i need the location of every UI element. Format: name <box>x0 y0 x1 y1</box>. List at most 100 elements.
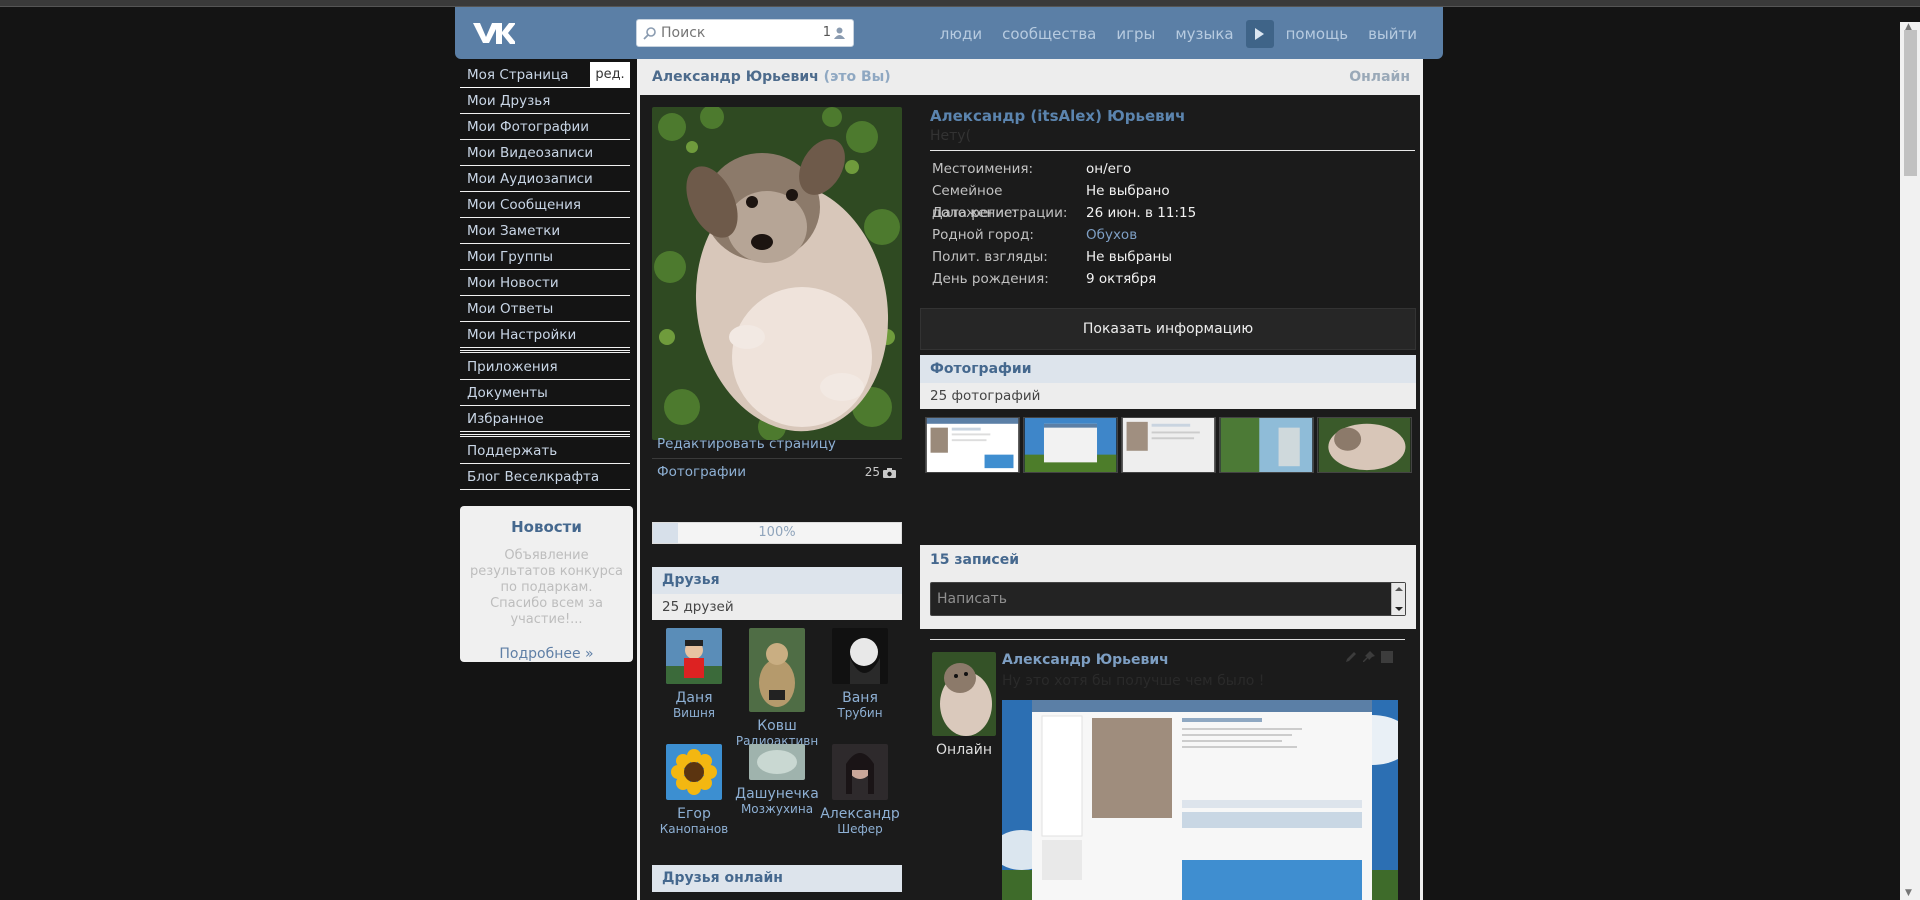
info-key: День рождения: <box>932 271 1049 287</box>
nav-logout[interactable]: выйти <box>1358 22 1427 46</box>
menu-apps[interactable]: Приложения <box>460 354 630 380</box>
photos-link[interactable]: Фотографии 25 <box>652 458 902 485</box>
nav-help[interactable]: помощь <box>1276 22 1358 46</box>
friend-last-name: Трубин <box>837 706 883 720</box>
post-image[interactable] <box>1002 700 1398 900</box>
menu-my-groups[interactable]: Мои Группы <box>460 244 630 270</box>
friends-count[interactable]: 25 друзей <box>652 594 902 620</box>
menu-blog[interactable]: Блог Веселкрафта <box>460 464 630 490</box>
info-key: Местоимения: <box>932 161 1034 177</box>
vk-logo-icon[interactable] <box>471 20 515 46</box>
photos-count-label[interactable]: 25 фотографий <box>920 383 1416 409</box>
news-title: Новости <box>511 518 582 536</box>
search-friend-count[interactable]: 1 <box>823 25 845 40</box>
menu-favorites[interactable]: Избранное <box>460 406 630 432</box>
photo-thumbnail[interactable] <box>1219 417 1314 473</box>
info-row: Семейное положение: Не выбрано <box>932 180 1196 221</box>
browser-top-line <box>0 0 1920 7</box>
friends-header[interactable]: Друзья <box>652 567 902 594</box>
wall-placeholder: Написать <box>937 591 1008 607</box>
news-text: Объявление результатов конкурса по подар… <box>470 548 623 627</box>
post-author-name[interactable]: Александр Юрьевич <box>1002 652 1169 668</box>
friend-first-name: Ковш <box>757 718 797 734</box>
dog-avatar-image <box>932 652 996 736</box>
friend-item[interactable]: Ваня Трубин <box>818 628 902 720</box>
friend-item[interactable]: Даня Вишня <box>652 628 736 720</box>
person-icon <box>834 27 845 39</box>
edit-page-link[interactable]: Редактировать страницу <box>652 431 902 458</box>
friend-avatar <box>666 628 722 684</box>
nav-people[interactable]: люди <box>930 22 992 46</box>
profile-avatar[interactable] <box>652 107 902 440</box>
menu-my-page[interactable]: Моя Страница ред. <box>460 62 630 88</box>
menu-label: Моя Страница <box>467 67 569 83</box>
menu-my-settings[interactable]: Мои Настройки <box>460 322 630 348</box>
friend-item[interactable]: Егор Канопанов <box>652 744 736 836</box>
wall-post-input[interactable]: Написать <box>930 582 1406 616</box>
friends-online-header[interactable]: Друзья онлайн <box>652 865 902 892</box>
menu-my-answers[interactable]: Мои Ответы <box>460 296 630 322</box>
friend-item[interactable]: Ковш Радиоактивный <box>735 628 819 762</box>
scroll-thumb[interactable] <box>1904 30 1917 176</box>
menu-my-photos[interactable]: Мои Фотографии <box>460 114 630 140</box>
info-row: День рождения: 9 октября <box>932 268 1196 290</box>
show-info-button[interactable]: Показать информацию <box>920 308 1416 350</box>
friend-avatar <box>749 628 805 712</box>
nav-communities[interactable]: сообщества <box>992 22 1106 46</box>
edit-page-label: Редактировать страницу <box>657 436 836 452</box>
friend-first-name: Ваня <box>842 690 878 706</box>
friend-avatar <box>666 744 722 800</box>
pin-icon[interactable] <box>1363 651 1375 663</box>
menu-support[interactable]: Поддержать <box>460 438 630 464</box>
menu-documents[interactable]: Документы <box>460 380 630 406</box>
photo-thumbnail[interactable] <box>925 417 1020 473</box>
delete-icon[interactable] <box>1381 651 1393 663</box>
news-block: Новости Объявление результатов конкурса … <box>460 506 633 662</box>
friend-avatar <box>832 628 888 684</box>
menu-my-news[interactable]: Мои Новости <box>460 270 630 296</box>
wall-title[interactable]: 15 записей <box>920 545 1416 575</box>
photo-thumbnail[interactable] <box>1317 417 1412 473</box>
friend-first-name: Егор <box>677 806 711 822</box>
menu-my-messages[interactable]: Мои Сообщения <box>460 192 630 218</box>
friend-last-name: Мозжухина <box>740 802 814 816</box>
menu-separator <box>460 348 630 353</box>
info-value-link[interactable]: Обухов <box>1086 224 1137 246</box>
photos-header[interactable]: Фотографии <box>920 355 1416 383</box>
scroll-down-arrow-icon[interactable]: ▼ <box>1905 888 1912 898</box>
post-author-avatar[interactable] <box>932 652 996 736</box>
menu-my-friends[interactable]: Мои Друзья <box>460 88 630 114</box>
nav-music[interactable]: музыка <box>1165 22 1243 46</box>
news-more-link[interactable]: Подробнее » <box>460 646 633 662</box>
info-value: Не выбрано <box>1086 183 1170 199</box>
friend-first-name: Даня <box>675 690 713 706</box>
input-scrollbar[interactable] <box>1391 583 1405 615</box>
online-status: Онлайн <box>1349 69 1410 85</box>
edit-icon[interactable] <box>1345 651 1357 663</box>
edit-link[interactable]: ред. <box>590 62 630 88</box>
menu-my-videos[interactable]: Мои Видеозаписи <box>460 140 630 166</box>
search-box[interactable]: 1 <box>636 19 854 47</box>
search-input[interactable] <box>661 23 811 43</box>
wall-box: 15 записей Написать <box>920 545 1416 629</box>
menu-my-notes[interactable]: Мои Заметки <box>460 218 630 244</box>
page-scrollbar[interactable]: ▲ ▼ <box>1900 22 1920 900</box>
nav-games[interactable]: игры <box>1106 22 1165 46</box>
left-menu: Моя Страница ред. Мои Друзья Мои Фотогра… <box>460 62 630 490</box>
page-title: Александр Юрьевич (это Вы) <box>652 69 891 85</box>
post-text: Ну это хотя бы получше чем было ! <box>1002 673 1265 689</box>
profile-status[interactable]: Нету( <box>930 128 971 144</box>
menu-my-audio[interactable]: Мои Аудиозаписи <box>460 166 630 192</box>
friend-item[interactable]: Александр Шефер <box>818 744 902 836</box>
post-screenshot-image <box>1002 700 1398 900</box>
info-key: Семейное положение: <box>932 183 1017 221</box>
friend-last-name: Шефер <box>837 822 883 836</box>
friend-item[interactable]: Дашунечка Мозжухина <box>735 744 819 816</box>
photo-thumbnail[interactable] <box>1121 417 1216 473</box>
photos-count-number: 25 <box>864 465 880 479</box>
play-button[interactable] <box>1245 20 1274 48</box>
main-content: Александр Юрьевич (это Вы) Онлайн Редакт… <box>637 59 1423 900</box>
friend-last-name: Вишня <box>672 706 716 720</box>
info-key: Полит. взгляды: <box>932 249 1048 265</box>
photo-thumbnail[interactable] <box>1023 417 1118 473</box>
